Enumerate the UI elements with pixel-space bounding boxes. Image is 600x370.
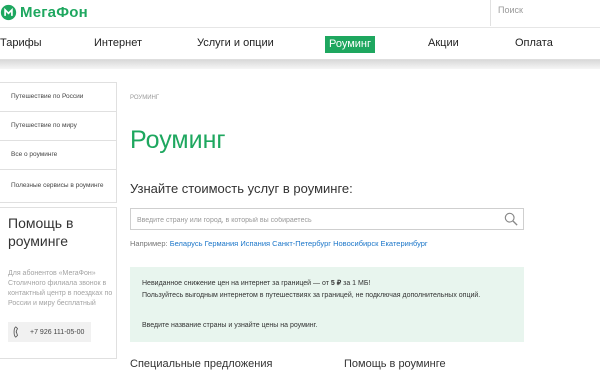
info-box: Невиданное снижение цен на интернет за г… (130, 267, 524, 342)
sidebar-item-useful-services[interactable]: Полезные сервисы в роуминге (0, 170, 116, 202)
info-description: Пользуйтесь выгодным интернетом в путеше… (142, 292, 481, 299)
sidebar-menu: Путешествие по России Путешествие по мир… (0, 82, 117, 203)
sidebar-item-about-roaming[interactable]: Все о роуминге (0, 141, 116, 170)
nav-item-internet[interactable]: Интернет (94, 37, 142, 49)
megafon-logo-icon (0, 4, 17, 20)
examples-label: Например: (130, 239, 168, 248)
example-link-spain[interactable]: Испания (240, 239, 270, 248)
help-text: Для абонентов «МегаФон» Столичного филиа… (8, 270, 113, 307)
sidebar: Путешествие по России Путешествие по мир… (0, 82, 117, 359)
breadcrumb[interactable]: Роуминг (130, 95, 159, 101)
example-link-germany[interactable]: Германия (205, 239, 239, 248)
page-title: Роуминг (130, 126, 226, 154)
special-offers-heading: Специальные предложения (130, 358, 273, 370)
brand-logo[interactable]: МегаФон (0, 1, 88, 23)
nav-shadow (0, 60, 600, 69)
nav-item-roaming[interactable]: Роуминг (325, 36, 376, 53)
help-title: Помощь в роуминге (8, 215, 74, 249)
sidebar-item-russia[interactable]: Путешествие по России (0, 83, 116, 112)
header-search[interactable]: Поиск (490, 0, 600, 26)
top-bar: МегаФон Поиск (0, 0, 600, 27)
example-link-novosibirsk[interactable]: Новосибирск (333, 239, 378, 248)
header-search-label: Поиск (498, 5, 523, 15)
nav-item-tariffs[interactable]: Тарифы (0, 37, 42, 49)
main-nav: Тарифы Интернет Услуги и опции Роуминг А… (0, 27, 600, 60)
roaming-search-box (130, 208, 524, 231)
example-link-belarus[interactable]: Беларусь (170, 239, 203, 248)
section-title: Узнайте стоимость услуг в роуминге: (130, 181, 353, 196)
nav-item-services[interactable]: Услуги и опции (197, 37, 274, 49)
phone-button[interactable]: +7 926 111-05-00 (8, 322, 91, 342)
phone-icon (13, 326, 19, 338)
roaming-help-heading: Помощь в роуминге (344, 358, 446, 370)
magnifier-icon[interactable] (504, 212, 518, 226)
sidebar-item-world[interactable]: Путешествие по миру (0, 112, 116, 141)
info-headline: Невиданное снижение цен на интернет за г… (142, 279, 370, 287)
help-block: Помощь в роуминге Для абонентов «МегаФон… (0, 207, 117, 359)
example-link-spb[interactable]: Санкт-Петербург (272, 239, 331, 248)
roaming-search-input[interactable] (131, 210, 497, 231)
info-price: 5 ₽ (330, 280, 342, 287)
brand-name: МегаФон (20, 3, 88, 21)
info-instruction: Введите название страны и узнайте цены н… (142, 322, 318, 329)
nav-item-payment[interactable]: Оплата (515, 37, 553, 49)
info-headline-suffix: за 1 МБ! (343, 280, 371, 287)
nav-item-promotions[interactable]: Акции (428, 37, 459, 49)
search-examples: Например: Беларусь Германия Испания Санк… (130, 239, 428, 248)
example-link-ekaterinburg[interactable]: Екатеринбург (380, 239, 427, 248)
info-headline-text: Невиданное снижение цен на интернет за г… (142, 280, 329, 287)
phone-number: +7 926 111-05-00 (30, 328, 85, 336)
